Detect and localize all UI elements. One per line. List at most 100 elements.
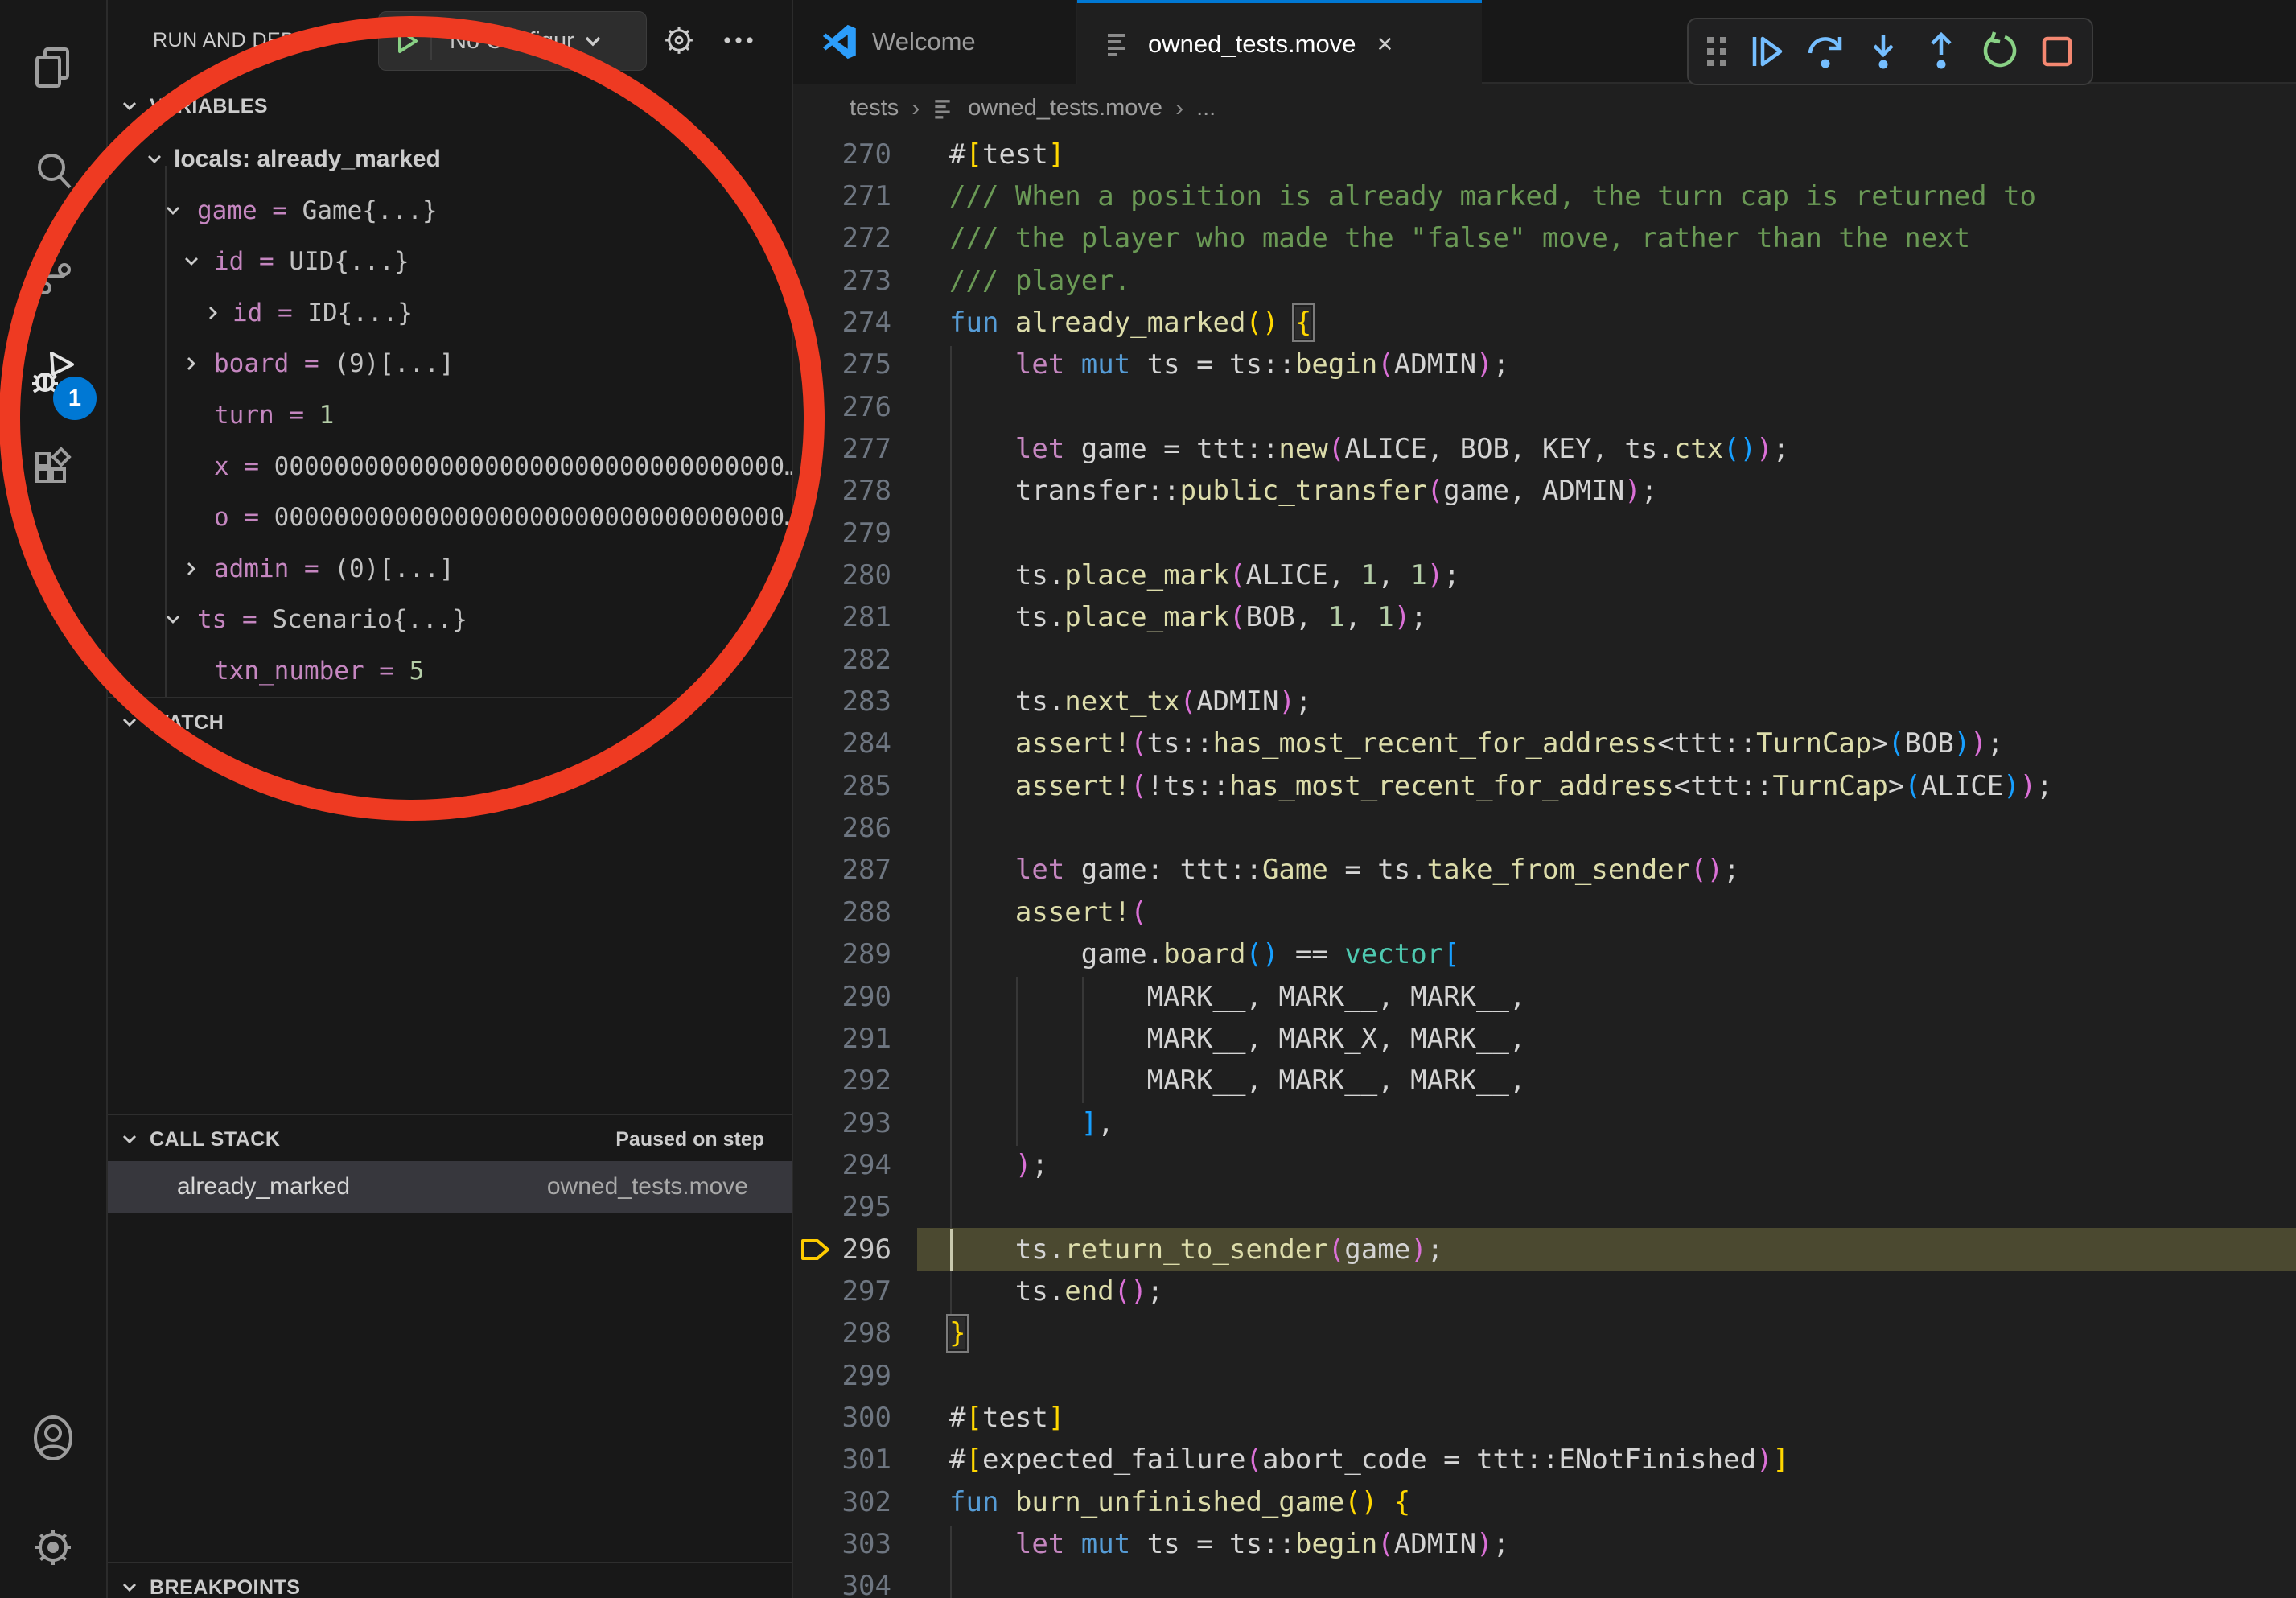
variables-section-header[interactable]: VARIABLES xyxy=(108,84,793,129)
chevron-down-icon xyxy=(117,94,142,118)
start-debug-icon[interactable] xyxy=(390,25,422,57)
line-number[interactable]: 271 xyxy=(793,180,891,212)
chevron-down-icon xyxy=(143,148,166,171)
line-number[interactable]: 278 xyxy=(793,475,891,507)
line-number[interactable]: 272 xyxy=(793,222,891,254)
variable-row[interactable]: o = 0000000000000000000000000000000000… xyxy=(108,492,793,543)
code-line: 294 ); xyxy=(793,1143,2296,1186)
variable-row[interactable]: id = ID{...} xyxy=(108,287,793,339)
breakpoints-section-header[interactable]: BREAKPOINTS xyxy=(108,1565,793,1598)
line-number[interactable]: 286 xyxy=(793,812,891,844)
variable-row[interactable]: admin = (0)[...] xyxy=(108,543,793,595)
move-file-icon xyxy=(1105,30,1134,59)
variable-row[interactable]: ts = Scenario{...} xyxy=(108,594,793,645)
extensions-icon[interactable] xyxy=(0,425,106,513)
variable-row[interactable]: turn = 1 xyxy=(108,389,793,441)
move-file-icon xyxy=(932,97,957,121)
config-dropdown-label[interactable]: No Configur xyxy=(450,28,574,55)
breadcrumb-item-symbol[interactable]: ... xyxy=(1196,95,1216,121)
breadcrumb-item-tests[interactable]: tests xyxy=(850,95,899,121)
variable-row[interactable]: id = UID{...} xyxy=(108,236,793,287)
line-number[interactable]: 285 xyxy=(793,770,891,802)
debug-config-control[interactable]: No Configur xyxy=(378,11,647,71)
line-number[interactable]: 289 xyxy=(793,938,891,970)
line-number[interactable]: 303 xyxy=(793,1528,891,1560)
account-icon[interactable] xyxy=(0,1394,106,1482)
line-number[interactable]: 288 xyxy=(793,896,891,929)
more-actions-icon[interactable] xyxy=(716,18,761,63)
activity-bar: 1 xyxy=(0,0,108,1598)
breadcrumb-item-file[interactable]: owned_tests.move xyxy=(968,95,1162,121)
code-line: 300#[test] xyxy=(793,1397,2296,1439)
line-number[interactable]: 275 xyxy=(793,348,891,381)
variable-row[interactable]: x = 0000000000000000000000000000000000… xyxy=(108,441,793,492)
watch-section-header[interactable]: WATCH xyxy=(108,700,793,745)
tab-label: Welcome xyxy=(872,27,976,56)
chevron-down-icon xyxy=(117,710,142,735)
call-stack-frame[interactable]: already_markedowned_tests.move xyxy=(108,1161,793,1213)
variable-row[interactable]: board = (9)[...] xyxy=(108,338,793,389)
variable-name-value: txn_number = 5 xyxy=(214,657,424,686)
search-icon[interactable] xyxy=(0,127,106,216)
line-number[interactable]: 294 xyxy=(793,1149,891,1181)
line-number[interactable]: 287 xyxy=(793,854,891,886)
line-number[interactable]: 290 xyxy=(793,981,891,1013)
explorer-icon[interactable] xyxy=(0,23,106,111)
line-number[interactable]: 282 xyxy=(793,644,891,676)
toolbar-drag-grip[interactable] xyxy=(1695,26,1738,77)
line-number[interactable]: 276 xyxy=(793,391,891,423)
line-number[interactable]: 292 xyxy=(793,1065,891,1097)
restart-icon[interactable] xyxy=(1970,26,2028,77)
code-line: 281 ts.place_mark(BOB, 1, 1); xyxy=(793,596,2296,639)
code-line: 288 assert!( xyxy=(793,891,2296,933)
line-number[interactable]: 300 xyxy=(793,1402,891,1434)
line-number[interactable]: 291 xyxy=(793,1023,891,1055)
step-over-icon[interactable] xyxy=(1796,26,1854,77)
code-line: 279 xyxy=(793,512,2296,554)
close-icon[interactable]: × xyxy=(1376,29,1393,60)
line-number[interactable]: 283 xyxy=(793,686,891,718)
section-label: VARIABLES xyxy=(150,95,268,118)
code-line: 283 ts.next_tx(ADMIN); xyxy=(793,681,2296,723)
line-number[interactable]: 299 xyxy=(793,1360,891,1392)
step-out-icon[interactable] xyxy=(1912,26,1970,77)
code-line: 286 xyxy=(793,807,2296,850)
run-and-debug-icon[interactable]: 1 xyxy=(0,328,106,417)
vscode-logo-icon xyxy=(822,24,858,60)
line-number[interactable]: 304 xyxy=(793,1570,891,1598)
code-line: 274fun already_marked() { xyxy=(793,301,2296,344)
source-control-icon[interactable] xyxy=(0,232,106,320)
debug-gear-icon[interactable] xyxy=(656,18,702,63)
line-number[interactable]: 274 xyxy=(793,307,891,339)
tab-label: owned_tests.move xyxy=(1148,30,1356,59)
line-number[interactable]: 293 xyxy=(793,1107,891,1139)
stop-icon[interactable] xyxy=(2028,26,2086,77)
variable-row[interactable]: txn_number = 5 xyxy=(108,645,793,697)
line-number[interactable]: 279 xyxy=(793,517,891,550)
code-line: 287 let game: ttt::Game = ts.take_from_s… xyxy=(793,849,2296,892)
tab-welcome[interactable]: Welcome xyxy=(793,0,1077,84)
settings-gear-icon[interactable] xyxy=(0,1503,106,1592)
tab-owned-tests-move[interactable]: owned_tests.move × xyxy=(1077,0,1482,85)
frame-name: already_marked xyxy=(177,1173,350,1201)
line-number[interactable]: 302 xyxy=(793,1486,891,1518)
line-number[interactable]: 295 xyxy=(793,1191,891,1223)
line-number[interactable]: 301 xyxy=(793,1444,891,1476)
variable-row[interactable]: game = Game{...} xyxy=(108,185,793,237)
variables-scope-row[interactable]: locals: already_marked xyxy=(108,134,793,185)
line-number[interactable]: 281 xyxy=(793,601,891,633)
continue-icon[interactable] xyxy=(1738,26,1796,77)
step-into-icon[interactable] xyxy=(1854,26,1912,77)
code-area[interactable]: 270#[test]271/// When a position is alre… xyxy=(793,133,2296,1598)
code-line: 289 game.board() == vector[ xyxy=(793,933,2296,976)
line-number[interactable]: 297 xyxy=(793,1275,891,1308)
line-number[interactable]: 284 xyxy=(793,727,891,760)
line-number[interactable]: 298 xyxy=(793,1317,891,1349)
line-number[interactable]: 277 xyxy=(793,433,891,465)
debug-badge: 1 xyxy=(53,377,97,420)
line-number[interactable]: 270 xyxy=(793,138,891,171)
line-number[interactable]: 273 xyxy=(793,265,891,297)
chevron-right-icon xyxy=(180,558,203,580)
call-stack-section-header[interactable]: CALL STACK Paused on step xyxy=(108,1117,793,1162)
line-number[interactable]: 280 xyxy=(793,559,891,591)
